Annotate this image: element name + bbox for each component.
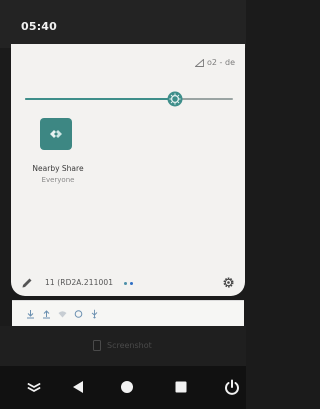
signal-icon [195,58,204,67]
edit-icon[interactable] [21,277,33,289]
screenshot-action[interactable]: Screenshot [0,326,246,366]
tile-label: Nearby Share [32,164,84,173]
tile-sublabel: Everyone [41,176,75,184]
upload-icon [43,310,50,319]
brightness-slider[interactable] [25,91,233,107]
clock: 05:40 [21,20,58,33]
notification-icons [26,309,99,319]
status-bar: 05:40 [0,0,246,48]
expand-button[interactable] [24,378,44,396]
recents-button[interactable] [171,378,191,396]
navigation-bar [0,366,246,409]
quick-settings-panel: o2 - de Nearby Share Everyone 11 (RD2A.2… [11,44,245,296]
gear-icon[interactable] [222,276,235,289]
qs-footer: 11 (RD2A.211001 [11,274,245,294]
nearby-share-icon [50,130,62,138]
page-indicator [124,282,133,285]
recents-icon [175,381,187,393]
nearby-share-tile[interactable] [40,118,72,150]
vpn-icon [74,310,83,318]
slider-fill [25,98,175,100]
home-icon [121,381,133,393]
page-dot-active [130,282,133,285]
build-number: 11 (RD2A.211001 [45,278,114,287]
screenshot-label: Screenshot [107,341,152,350]
screenshot-button[interactable]: Screenshot [93,340,152,351]
back-button[interactable] [68,378,88,396]
brightness-icon[interactable] [167,91,183,107]
usb-icon [91,309,98,319]
power-button[interactable] [222,378,242,396]
notification-strip[interactable] [12,300,244,326]
back-icon [73,381,83,393]
download-icon [27,310,34,319]
power-icon [225,379,239,395]
expand-icon [27,383,41,393]
wifi-icon [58,311,67,318]
home-button[interactable] [117,378,137,396]
screenshot-icon [93,340,101,351]
network-label: o2 - de [207,58,235,67]
network-indicator: o2 - de [195,58,235,67]
page-dot [124,282,127,285]
